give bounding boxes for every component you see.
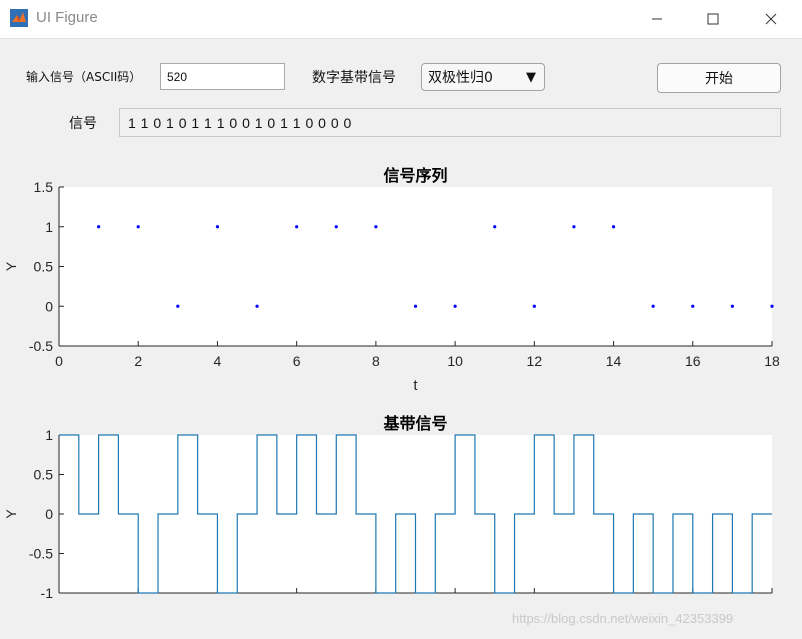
y-tick-label: -0.5	[29, 546, 53, 562]
data-point	[572, 225, 576, 229]
data-point	[770, 304, 774, 308]
y-axis-label: Y	[3, 261, 19, 271]
data-point	[97, 225, 101, 229]
data-point	[691, 304, 695, 308]
x-tick-label: 12	[527, 353, 543, 369]
plot-area-1	[59, 187, 772, 346]
x-tick-label: 10	[447, 353, 463, 369]
data-point	[532, 304, 536, 308]
x-tick-label: 18	[764, 353, 780, 369]
x-tick-label: 8	[372, 353, 380, 369]
data-point	[611, 225, 616, 229]
watermark-text: https://blog.csdn.net/weixin_42353399	[512, 611, 734, 626]
x-tick-label: 14	[606, 353, 622, 369]
y-tick-label: -0.5	[29, 338, 53, 354]
x-tick-label: 4	[214, 353, 222, 369]
y-tick-label: 0	[45, 506, 53, 522]
chart-title: 基带信号	[382, 414, 447, 433]
data-point	[295, 225, 299, 229]
x-tick-label: 2	[134, 353, 142, 369]
y-tick-label: 0.5	[34, 467, 54, 483]
data-point	[730, 304, 734, 308]
data-point	[136, 225, 140, 229]
y-axis-label: Y	[3, 509, 19, 519]
x-axis-label: t	[413, 377, 418, 394]
x-tick-label: 6	[293, 353, 301, 369]
data-point	[215, 225, 220, 229]
y-tick-label: 0	[45, 298, 53, 314]
charts-area: 024681012141618-0.500.511.5信号序列tY0246810…	[3, 166, 780, 600]
y-tick-label: 0.5	[34, 259, 54, 275]
data-point	[374, 225, 378, 229]
x-tick-label: 16	[685, 353, 701, 369]
data-point	[493, 225, 497, 229]
data-point	[255, 304, 259, 308]
y-tick-label: 1.5	[34, 179, 54, 195]
data-point	[413, 304, 418, 308]
chart-title: 信号序列	[383, 166, 447, 185]
y-tick-label: -1	[41, 585, 54, 600]
y-tick-label: 1	[45, 219, 53, 235]
y-tick-label: 1	[45, 427, 53, 443]
x-tick-label: 0	[55, 353, 63, 369]
data-point	[176, 304, 180, 308]
data-point	[651, 304, 655, 308]
data-point	[453, 304, 457, 308]
data-point	[334, 225, 338, 229]
